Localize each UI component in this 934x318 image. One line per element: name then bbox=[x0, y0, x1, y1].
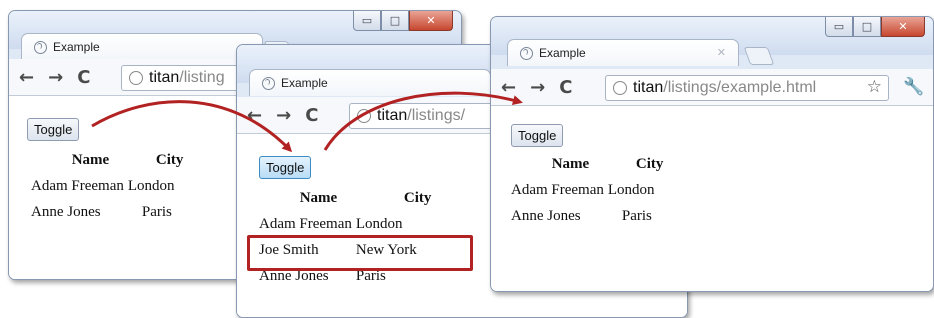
arrow-toggle-to-window2 bbox=[91, 100, 293, 153]
arrow-window2-to-window3 bbox=[323, 91, 523, 151]
annotation-arrows bbox=[91, 91, 523, 153]
